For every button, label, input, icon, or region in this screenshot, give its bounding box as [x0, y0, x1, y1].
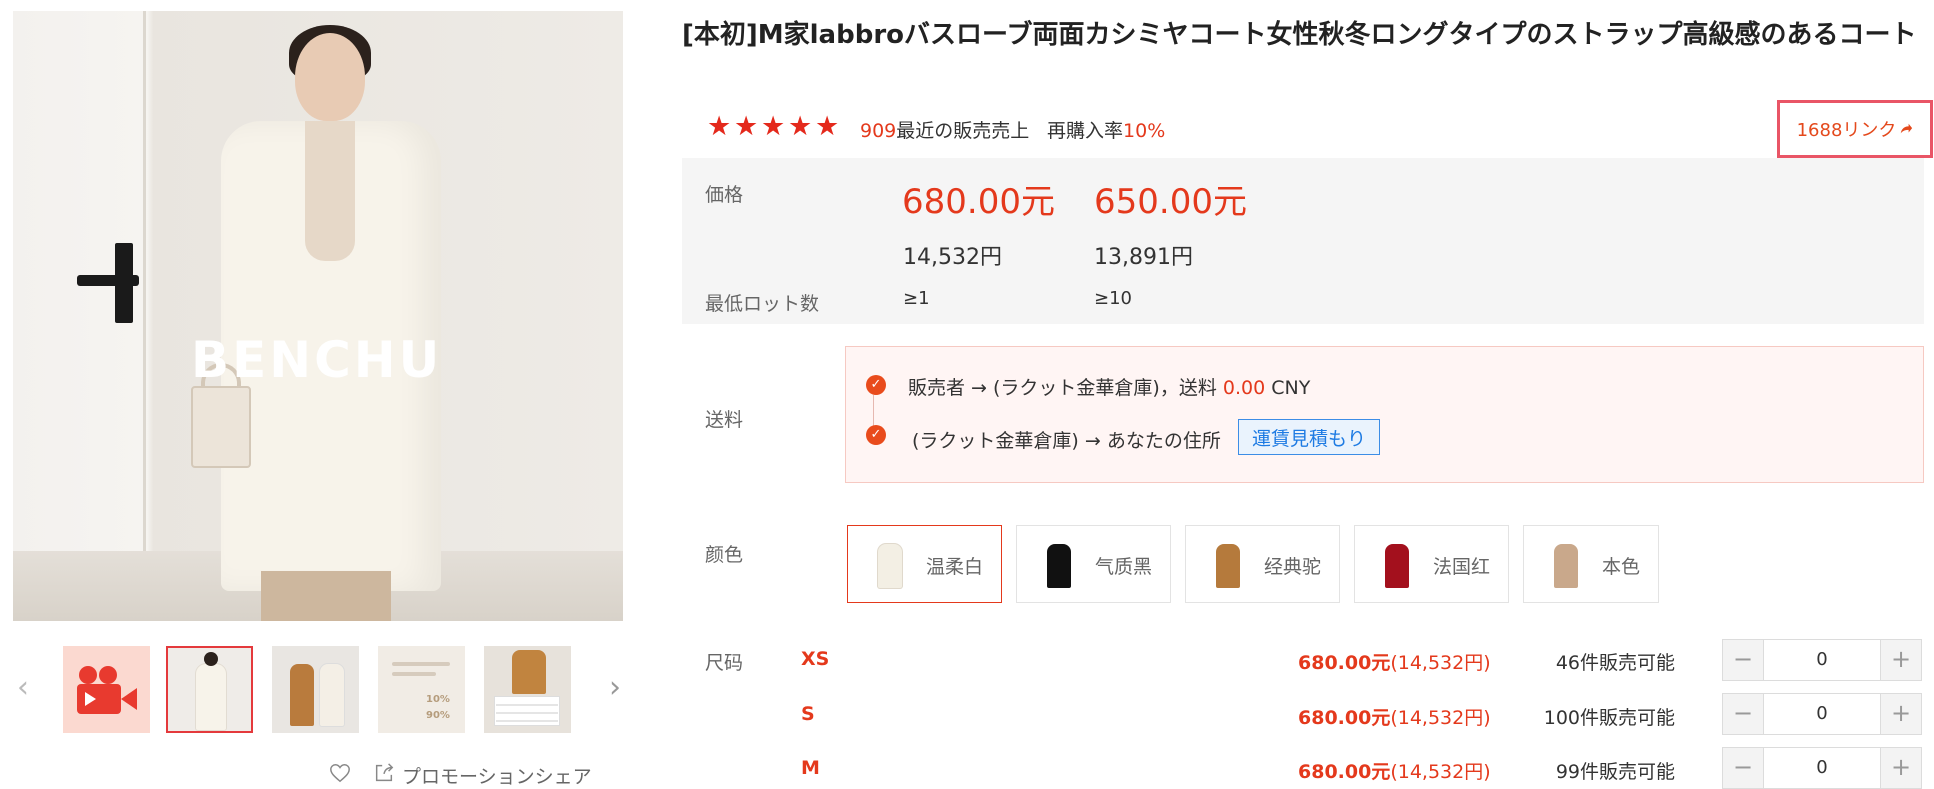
color-name: 气质黑 — [1095, 556, 1153, 578]
star-icon: ★ — [761, 111, 786, 142]
size-code: S — [801, 703, 815, 725]
tier-price-yen: 14,532円 — [903, 245, 1002, 270]
thumbnail-image-3[interactable]: 10% 90% — [378, 646, 465, 733]
thumbnail-video[interactable] — [63, 646, 150, 733]
size-code: M — [801, 757, 820, 779]
star-icon: ★ — [707, 111, 732, 142]
thumbnail-image-4[interactable] — [484, 646, 571, 733]
sales-label: 最近の販売売上 — [896, 120, 1030, 142]
quantity-stepper: − 0 + — [1722, 693, 1922, 735]
tier-min-lot: ≥1 — [903, 288, 930, 309]
tier-price-yen: 13,891円 — [1094, 245, 1193, 270]
color-swatch — [1216, 544, 1240, 588]
increment-button[interactable]: + — [1881, 748, 1921, 788]
check-circle-icon: ✓ — [866, 425, 886, 445]
size-availability: 99件販売可能 — [1555, 761, 1675, 783]
star-icon: ★ — [734, 111, 759, 142]
color-swatch — [878, 544, 902, 588]
color-label: 颜色 — [705, 544, 744, 566]
heart-outline-icon[interactable] — [329, 762, 351, 784]
repurchase-rate: 再購入率10% — [1047, 116, 1165, 143]
brand-watermark: BENCHU — [191, 331, 443, 389]
price-label: 価格 — [705, 184, 744, 206]
quantity-stepper: − 0 + — [1722, 639, 1922, 681]
color-name: 温柔白 — [926, 556, 984, 578]
door-handle — [77, 275, 139, 286]
size-code: XS — [801, 648, 830, 670]
min-lot-label: 最低ロット数 — [705, 293, 820, 315]
decrement-button[interactable]: − — [1723, 694, 1763, 734]
rating-stars: ★ ★ ★ ★ ★ — [707, 111, 840, 142]
quantity-input[interactable]: 0 — [1763, 694, 1881, 734]
color-name: 本色 — [1602, 556, 1641, 578]
thumbnail-next-button[interactable]: › — [605, 673, 625, 703]
decrement-button[interactable]: − — [1723, 640, 1763, 680]
shipping-label: 送料 — [705, 409, 744, 431]
size-price: 680.00元(14,532円) — [1298, 761, 1491, 783]
model-face — [295, 33, 365, 121]
color-swatch — [1554, 544, 1578, 588]
decrement-button[interactable]: − — [1723, 748, 1763, 788]
color-option[interactable]: 本色 — [1523, 525, 1659, 603]
size-price: 680.00元(14,532円) — [1298, 707, 1491, 729]
share-icon[interactable] — [373, 762, 395, 784]
size-availability: 100件販売可能 — [1543, 707, 1675, 729]
shipping-route-1: 販売者 → (ラクット金華倉庫)，送料 0.00 CNY — [908, 377, 1311, 399]
color-swatch — [1047, 544, 1071, 588]
star-icon: ★ — [815, 111, 840, 142]
recent-sales: 909最近の販売売上 — [860, 116, 1029, 143]
tier-price: 680.00元 — [902, 182, 1055, 222]
shipping-quote-button[interactable]: 運賃見積もり — [1238, 419, 1380, 455]
size-price: 680.00元(14,532円) — [1298, 652, 1491, 674]
thumbnail-figure: 10% — [426, 694, 450, 705]
quantity-input[interactable]: 0 — [1763, 748, 1881, 788]
link-1688-label: 1688リンク — [1796, 120, 1897, 141]
size-label: 尺码 — [705, 652, 744, 674]
share-arrow-icon — [1901, 123, 1913, 134]
color-option[interactable]: 法国红 — [1354, 525, 1509, 603]
quantity-input[interactable]: 0 — [1763, 640, 1881, 680]
main-product-image: BENCHU — [13, 11, 623, 621]
color-name: 经典驼 — [1264, 556, 1322, 578]
thumbnail-figure: 90% — [426, 710, 450, 721]
color-name: 法国红 — [1433, 556, 1491, 578]
color-option[interactable]: 气质黑 — [1016, 525, 1171, 603]
shipping-fee: 0.00 — [1222, 377, 1266, 399]
size-availability: 46件販売可能 — [1555, 652, 1675, 674]
color-option[interactable]: 经典驼 — [1185, 525, 1340, 603]
check-circle-icon: ✓ — [866, 375, 886, 395]
shipping-route-box — [845, 346, 1924, 483]
promotion-share-link[interactable]: プロモーションシェア — [402, 762, 592, 789]
sales-count: 909 — [860, 120, 897, 142]
price-panel — [682, 158, 1924, 324]
rebuy-label: 再購入率 — [1047, 120, 1124, 142]
tier-min-lot: ≥10 — [1094, 288, 1132, 309]
quantity-stepper: − 0 + — [1722, 747, 1922, 789]
increment-button[interactable]: + — [1881, 640, 1921, 680]
shipping-route-2: (ラクット金華倉庫) → あなたの住所 — [912, 430, 1221, 452]
tier-price: 650.00元 — [1094, 182, 1247, 222]
link-1688-button[interactable]: 1688リンク — [1777, 100, 1933, 158]
product-title: [本初]M家labbroバスローブ両面カシミヤコート女性秋冬ロングタイプのストラ… — [682, 20, 1917, 50]
thumbnail-image-1[interactable] — [166, 646, 253, 733]
shipping-currency: CNY — [1271, 377, 1311, 399]
color-option[interactable]: 温柔白 — [847, 525, 1002, 603]
star-icon: ★ — [788, 111, 813, 142]
video-camera-icon — [77, 684, 121, 714]
color-swatch — [1385, 544, 1409, 588]
thumbnail-prev-button[interactable]: ‹ — [13, 673, 33, 703]
rebuy-value: 10% — [1123, 120, 1166, 142]
handbag — [191, 386, 251, 468]
increment-button[interactable]: + — [1881, 694, 1921, 734]
thumbnail-image-2[interactable] — [272, 646, 359, 733]
